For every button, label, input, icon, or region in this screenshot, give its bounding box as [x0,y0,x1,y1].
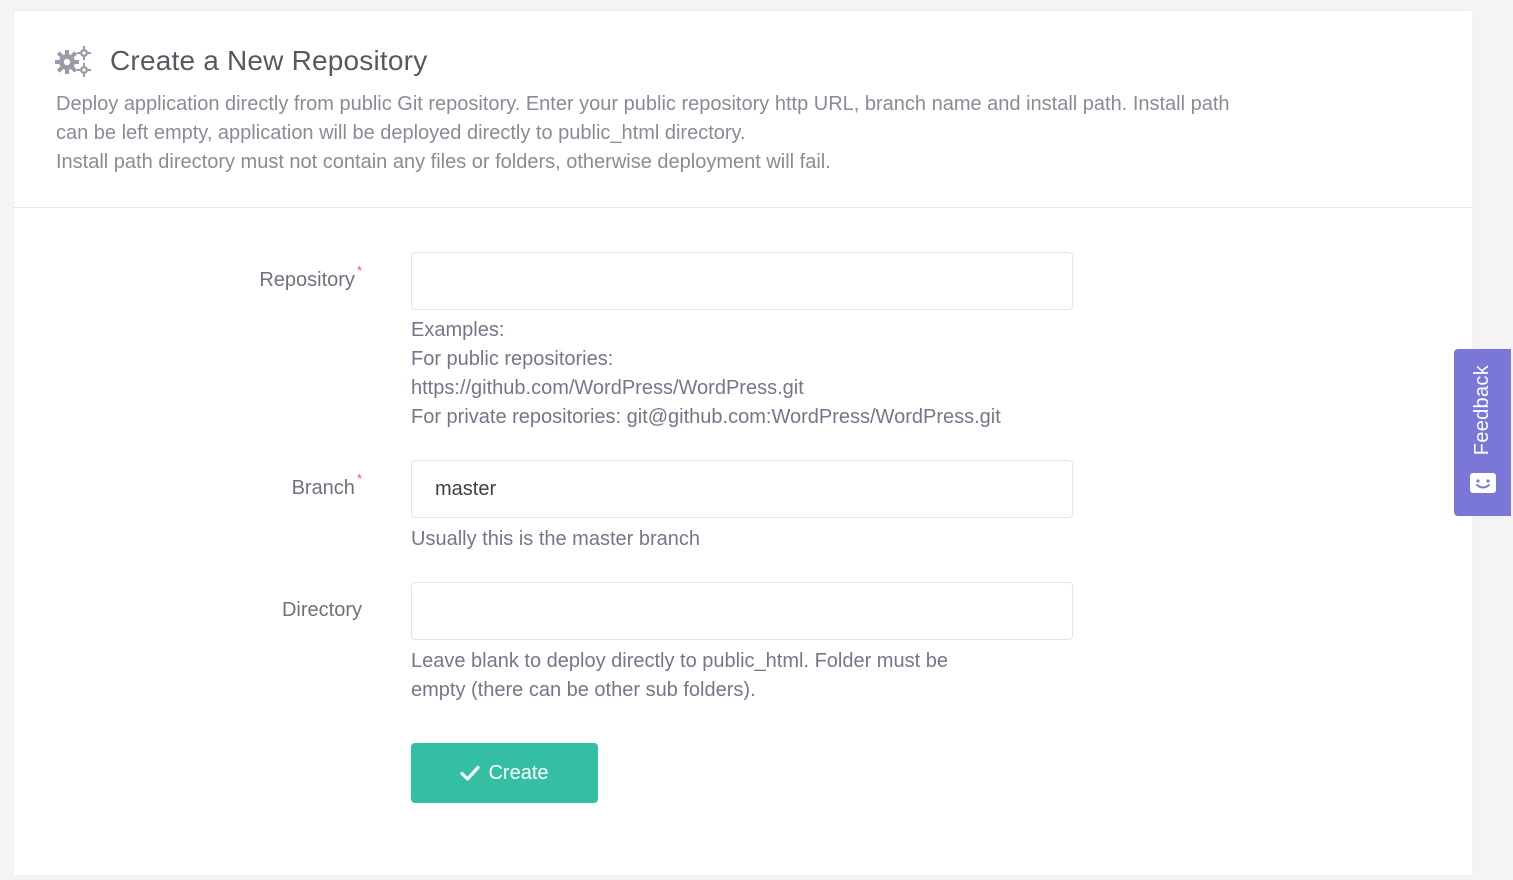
directory-input[interactable] [411,582,1073,640]
create-button-label: Create [488,761,549,784]
feedback-label: Feedback [1471,365,1493,456]
card-header: Create a New Repository Deploy applicati… [14,11,1472,208]
create-repository-card: Create a New Repository Deploy applicati… [14,11,1472,875]
branch-input[interactable] [411,460,1073,518]
title-row: Create a New Repository [54,41,427,81]
feedback-tab[interactable]: Feedback [1454,349,1511,516]
repository-label: Repository * [259,263,362,292]
help-line: For private repositories: git@github.com… [411,406,1001,428]
required-mark: * [356,471,362,486]
description-line: can be left empty, application will be d… [56,122,746,144]
help-line: For public repositories: [411,348,614,370]
repository-input[interactable] [411,252,1073,310]
description-line: Install path directory must not contain … [56,151,831,173]
help-line: Leave blank to deploy directly to public… [411,650,948,672]
branch-help: Usually this is the master branch [411,528,701,550]
gears-icon [54,45,92,77]
required-mark: * [356,263,362,278]
repository-help: Examples: For public repositories: https… [411,316,1091,432]
branch-label: Branch * [291,471,362,500]
smile-chat-icon [1469,471,1497,495]
help-line: https://github.com/WordPress/WordPress.g… [411,377,804,399]
directory-label: Directory [281,599,362,621]
branch-label-text: Branch [291,477,355,499]
check-icon [460,765,481,781]
repository-label-text: Repository [259,269,355,291]
page-description: Deploy application directly from public … [56,90,1416,177]
page-title: Create a New Repository [110,45,428,76]
description-line: Deploy application directly from public … [56,93,1230,115]
create-button[interactable]: Create [411,743,598,803]
directory-help: Leave blank to deploy directly to public… [411,647,1091,705]
help-line: Examples: [411,319,505,341]
help-line: empty (there can be other sub folders). [411,679,756,701]
